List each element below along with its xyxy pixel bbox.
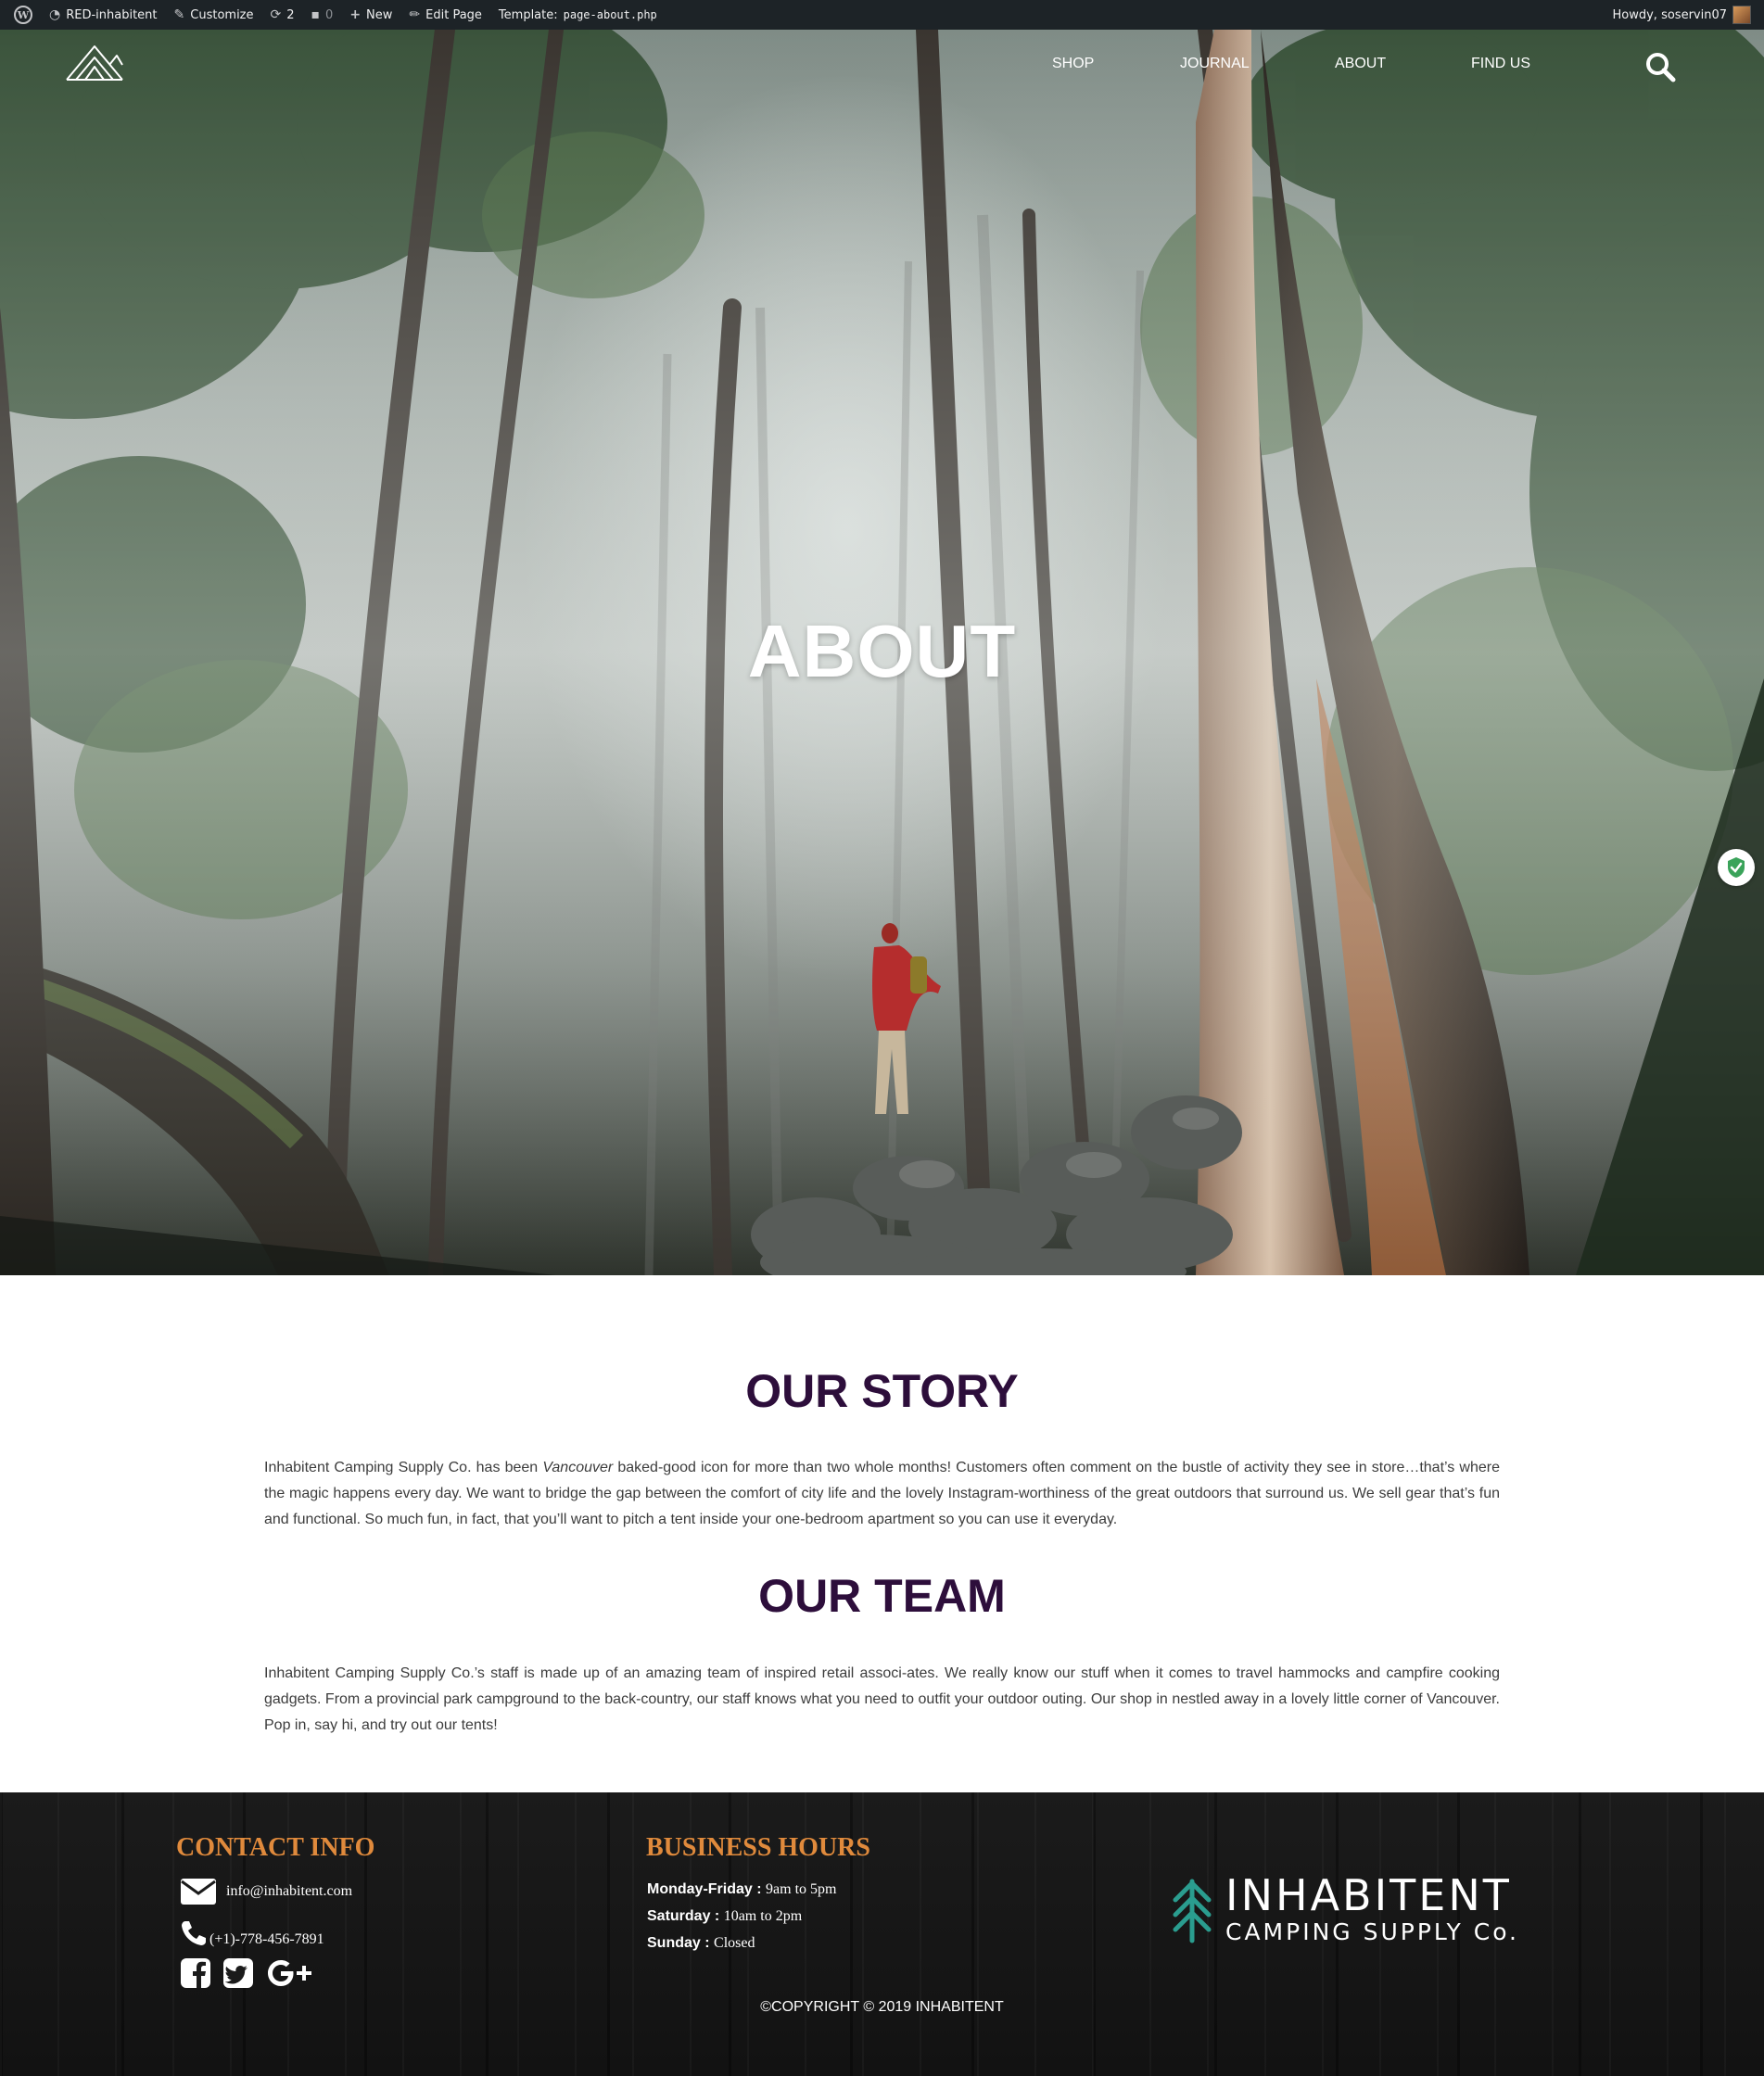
comments-link[interactable]: ▪ 0 [303, 0, 342, 30]
hours-row: Sunday : Closed [647, 1930, 836, 1956]
google-plus-icon [268, 1960, 311, 1986]
new-content-link[interactable]: + New [341, 0, 400, 30]
edit-page-link[interactable]: ✏ Edit Page [400, 0, 490, 30]
google-plus-link[interactable] [265, 1957, 317, 1989]
hours-day: Monday-Friday : [647, 1881, 762, 1897]
hours-time: 9am to 5pm [766, 1881, 837, 1897]
hours-row: Monday-Friday : 9am to 5pm [647, 1876, 836, 1903]
logo-wordmark: INHABITENT [1225, 1870, 1512, 1920]
twitter-link[interactable] [222, 1957, 254, 1989]
updates-icon: ⟳ [270, 7, 282, 22]
wordpress-icon: W [14, 6, 32, 24]
page-title: ABOUT [747, 610, 1017, 692]
hours-day: Saturday : [647, 1908, 720, 1924]
story-text-italic: Vancouver [542, 1460, 614, 1475]
business-hours-heading: BUSINESS HOURS [646, 1833, 870, 1862]
site-name: RED-inhabitent [66, 7, 158, 22]
avatar [1732, 6, 1751, 24]
social-links [180, 1957, 328, 1989]
hours-time: 10am to 2pm [723, 1908, 803, 1924]
twitter-icon [223, 1958, 253, 1988]
contact-info-heading: CONTACT INFO [176, 1833, 375, 1862]
nav-find-us[interactable]: FIND US [1471, 56, 1530, 72]
brush-icon: ✎ [173, 7, 185, 22]
customize-link[interactable]: ✎ Customize [166, 0, 262, 30]
comments-icon: ▪ [311, 7, 321, 22]
nav-journal[interactable]: JOURNAL [1180, 56, 1250, 72]
nav-shop[interactable]: SHOP [1052, 56, 1094, 72]
hero-banner: SHOP JOURNAL ABOUT FIND US ABOUT [0, 30, 1764, 1275]
our-team-heading: OUR TEAM [758, 1570, 1006, 1622]
hours-time: Closed [714, 1935, 755, 1951]
new-label: New [366, 7, 393, 22]
edit-page-label: Edit Page [425, 7, 482, 22]
search-icon [1646, 53, 1676, 82]
updates-link[interactable]: ⟳ 2 [262, 0, 303, 30]
admin-bar: W ◔ RED-inhabitent ✎ Customize ⟳ 2 ▪ 0 +… [0, 0, 1764, 30]
security-badge[interactable] [1718, 849, 1755, 886]
pencil-icon: ✏ [409, 7, 421, 22]
shield-check-icon [1728, 857, 1745, 878]
envelope-icon [181, 1879, 216, 1905]
logo-tagline: CAMPING SUPPLY Co. [1225, 1918, 1520, 1945]
hours-day: Sunday : [647, 1935, 710, 1951]
comments-count: 0 [325, 7, 334, 22]
howdy-text: Howdy, soservin07 [1612, 7, 1728, 22]
dashboard-icon: ◔ [49, 7, 61, 22]
facebook-icon [181, 1958, 210, 1988]
updates-count: 2 [286, 7, 295, 22]
account-menu[interactable]: Howdy, soservin07 [1612, 0, 1751, 30]
template-file: page-about.php [563, 8, 657, 21]
our-story-heading: OUR STORY [745, 1365, 1019, 1417]
phone-text: (+1)-778-456-7891 [209, 1931, 324, 1947]
our-story-text: Inhabitent Camping Supply Co. has been V… [264, 1455, 1500, 1533]
email-text: info@inhabitent.com [226, 1883, 353, 1899]
nav-about[interactable]: ABOUT [1335, 56, 1386, 72]
contact-email[interactable]: info@inhabitent.com [180, 1878, 352, 1905]
plus-icon: + [349, 7, 362, 22]
phone-icon [182, 1921, 206, 1945]
facebook-link[interactable] [180, 1957, 211, 1989]
our-team-text: Inhabitent Camping Supply Co.’s staff is… [264, 1665, 1500, 1733]
contact-phone[interactable]: (+1)-778-456-7891 [180, 1918, 324, 1948]
story-text-part1: Inhabitent Camping Supply Co. has been [264, 1460, 543, 1475]
main-navigation: SHOP JOURNAL ABOUT FIND US [0, 53, 1764, 83]
template-label: Template: [498, 7, 558, 22]
template-info: Template: page-about.php [490, 0, 666, 30]
hours-row: Saturday : 10am to 2pm [647, 1903, 836, 1930]
site-name-link[interactable]: ◔ RED-inhabitent [41, 0, 166, 30]
hours-list: Monday-Friday : 9am to 5pm Saturday : 10… [647, 1876, 836, 1956]
tree-icon [1173, 1879, 1212, 1943]
wordpress-menu[interactable]: W [6, 0, 41, 30]
copyright-text: ©COPYRIGHT © 2019 INHABITENT [760, 1999, 1004, 2015]
search-button[interactable] [1643, 50, 1677, 83]
customize-label: Customize [190, 7, 254, 22]
